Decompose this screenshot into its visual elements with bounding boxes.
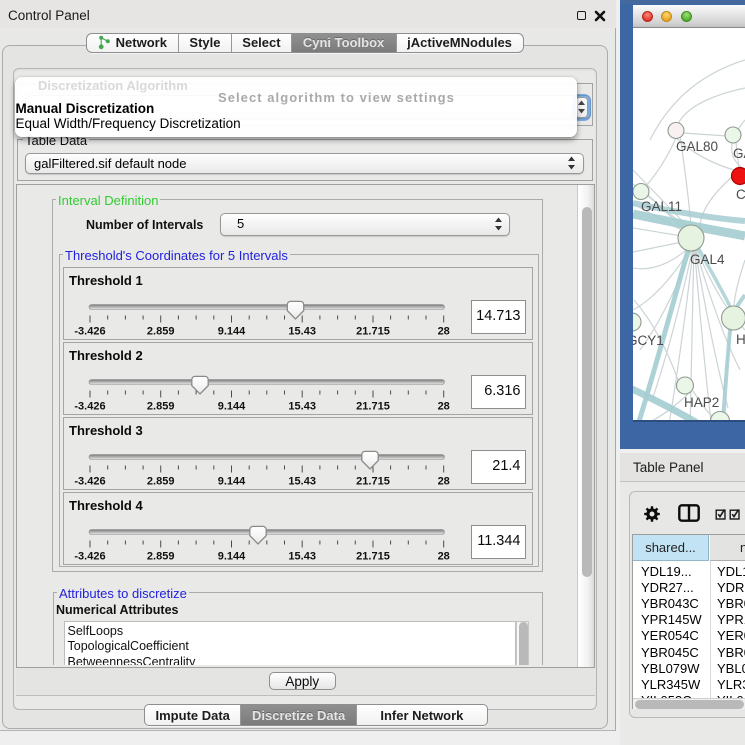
svg-text:9.144: 9.144 — [218, 326, 246, 338]
svg-text:HAP2: HAP2 — [684, 395, 719, 410]
svg-text:28: 28 — [438, 326, 450, 338]
svg-text:2.859: 2.859 — [147, 551, 175, 563]
svg-text:28: 28 — [438, 476, 450, 488]
svg-text:15.43: 15.43 — [288, 326, 316, 338]
svg-text:15.43: 15.43 — [288, 551, 316, 563]
svg-text:28: 28 — [438, 401, 450, 413]
svg-text:15.43: 15.43 — [288, 476, 316, 488]
svg-text:GAL4: GAL4 — [690, 252, 725, 267]
svg-text:15.43: 15.43 — [288, 401, 316, 413]
svg-text:2.859: 2.859 — [147, 401, 175, 413]
svg-text:9.144: 9.144 — [218, 476, 246, 488]
svg-text:21.715: 21.715 — [356, 326, 390, 338]
svg-text:-3.426: -3.426 — [74, 326, 105, 338]
svg-text:28: 28 — [438, 551, 450, 563]
svg-text:H: H — [736, 332, 745, 347]
svg-text:GAL11: GAL11 — [641, 199, 682, 214]
svg-text:21.715: 21.715 — [356, 401, 390, 413]
svg-text:-3.426: -3.426 — [74, 476, 105, 488]
svg-text:GA: GA — [733, 146, 745, 161]
svg-text:GCY1: GCY1 — [633, 333, 664, 348]
svg-text:2.859: 2.859 — [147, 476, 175, 488]
svg-text:-3.426: -3.426 — [74, 551, 105, 563]
svg-text:-3.426: -3.426 — [74, 401, 105, 413]
svg-text:21.715: 21.715 — [356, 551, 390, 563]
svg-text:9.144: 9.144 — [218, 401, 246, 413]
svg-text:2.859: 2.859 — [147, 326, 175, 338]
svg-text:9.144: 9.144 — [218, 551, 246, 563]
svg-text:21.715: 21.715 — [356, 476, 390, 488]
svg-text:GAL80: GAL80 — [676, 139, 718, 154]
svg-text:C: C — [736, 187, 745, 202]
